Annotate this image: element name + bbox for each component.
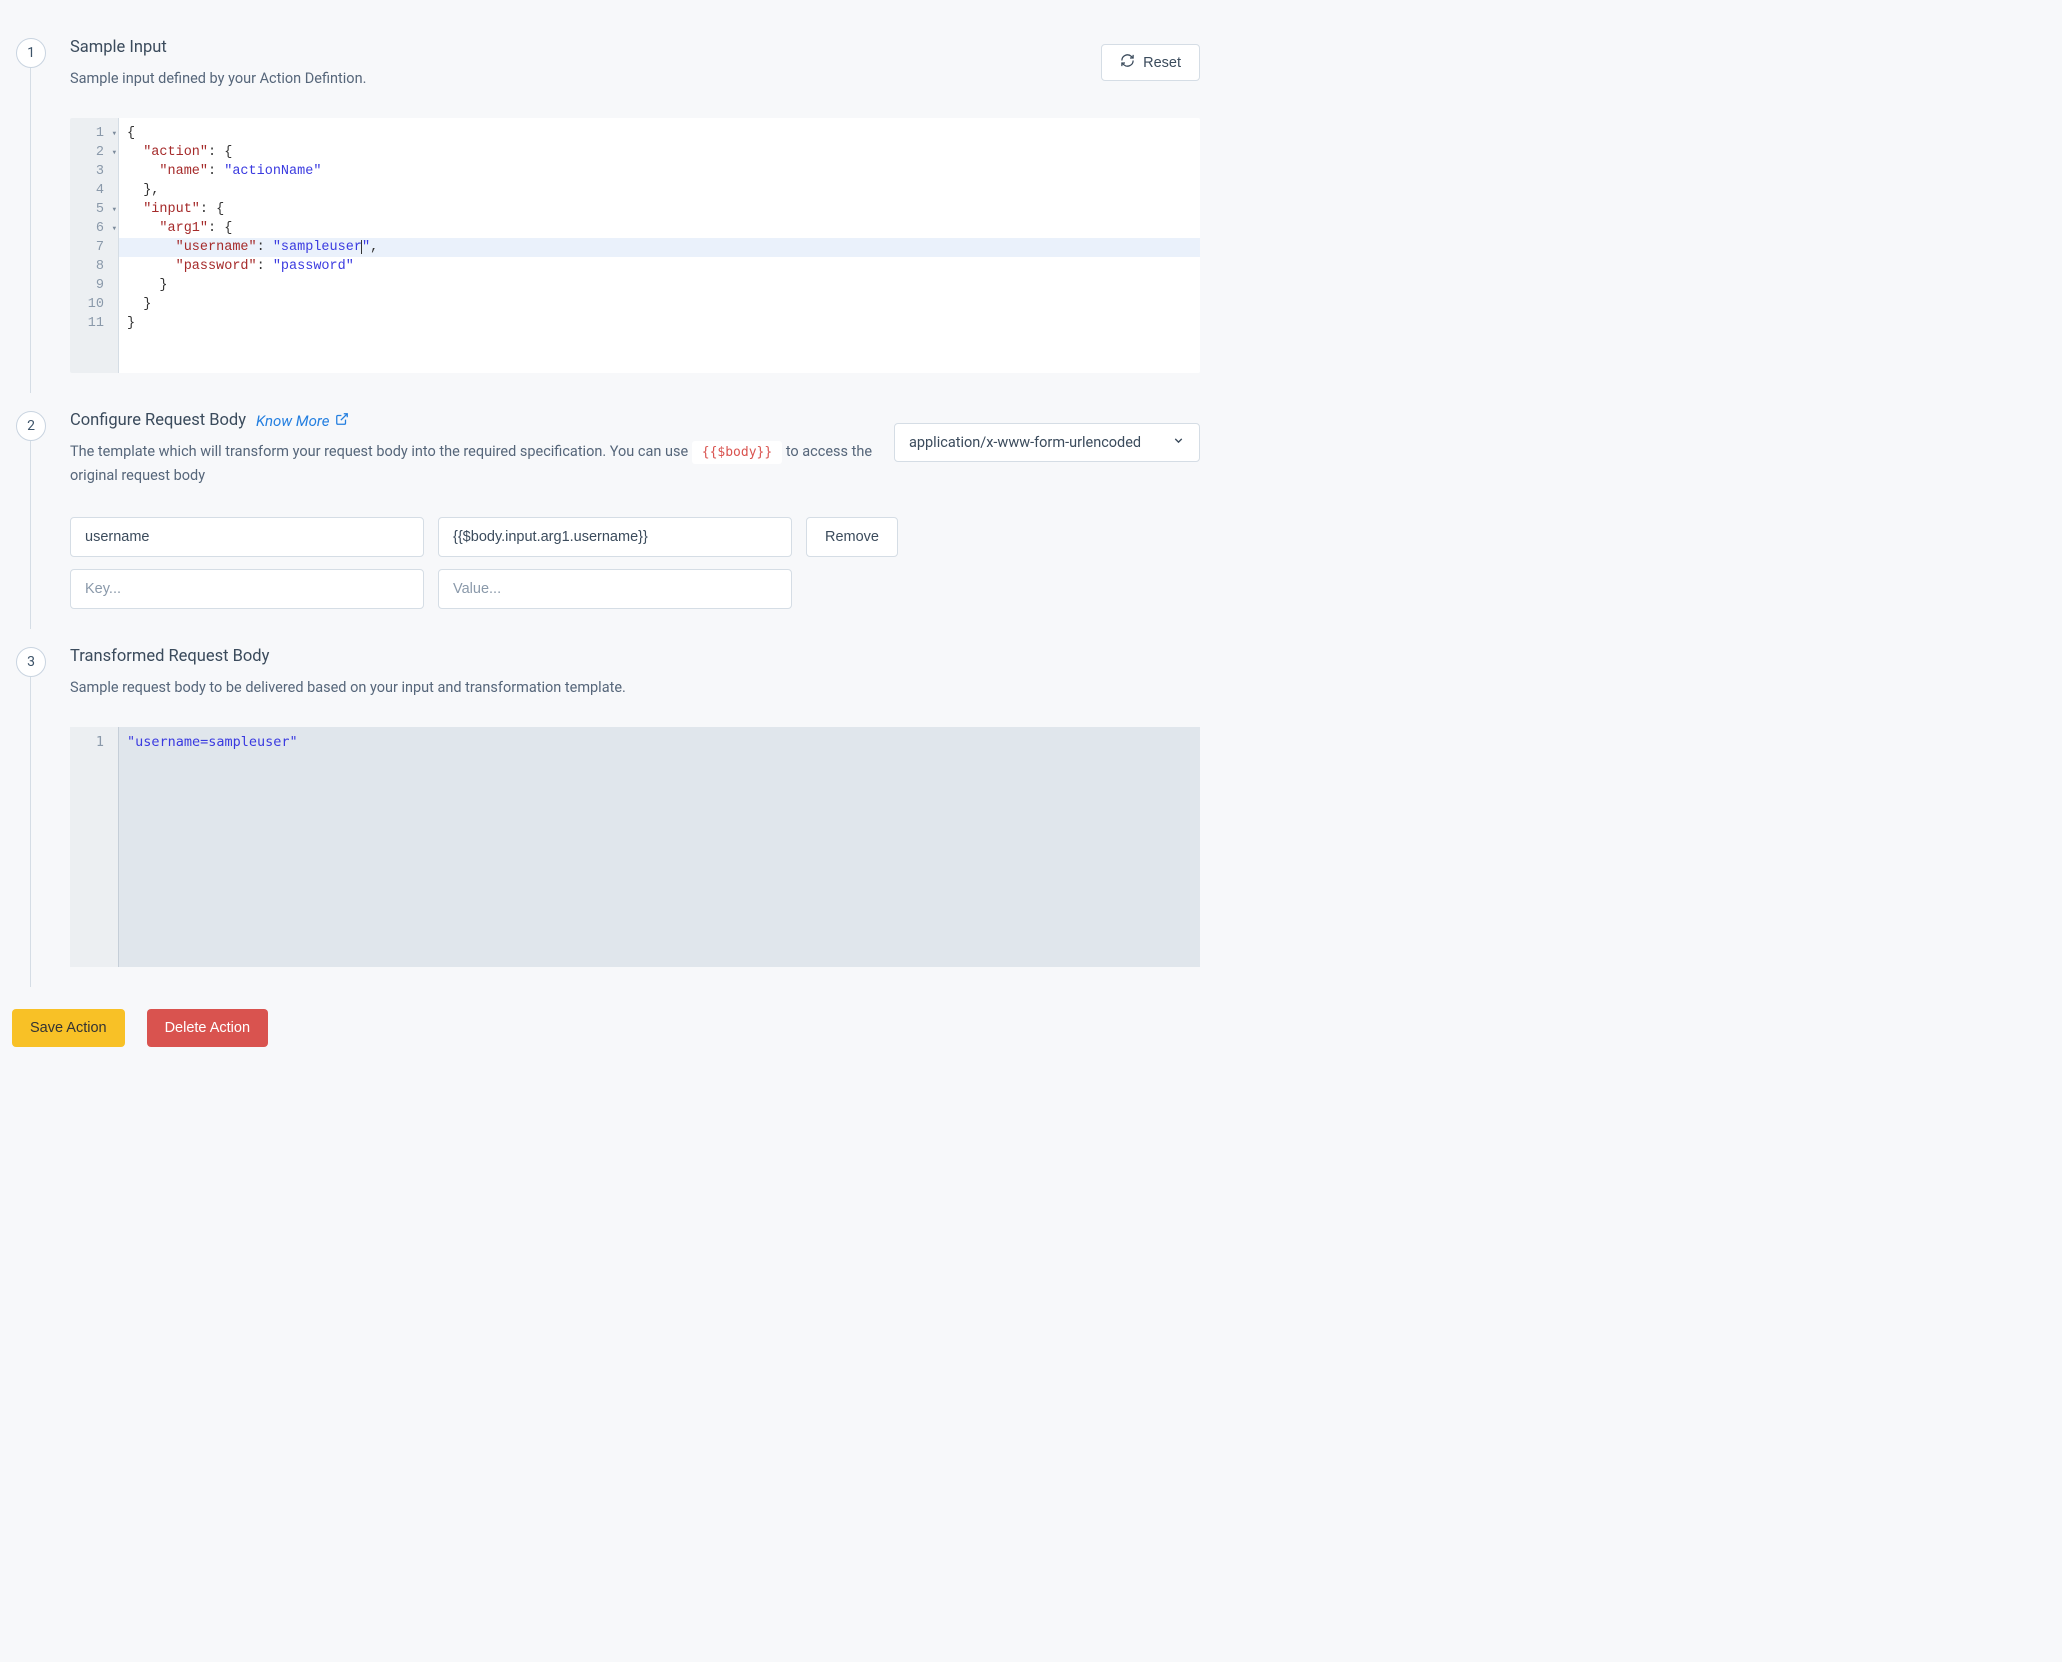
reset-button[interactable]: Reset — [1101, 44, 1200, 81]
refresh-icon — [1120, 53, 1135, 72]
kv-value-input[interactable] — [438, 569, 792, 609]
step3-subtitle: Sample request body to be delivered base… — [70, 676, 1200, 699]
kv-key-input[interactable] — [70, 569, 424, 609]
gutter-line: 5 — [70, 200, 118, 219]
know-more-link[interactable]: Know More — [256, 412, 349, 430]
gutter-line: 9 — [70, 276, 118, 295]
kv-row: Remove — [70, 517, 1200, 557]
step3-title: Transformed Request Body — [70, 647, 269, 666]
output-line-number: 1 — [70, 733, 118, 752]
chevron-down-icon — [1172, 434, 1185, 451]
kv-row-empty — [70, 569, 1200, 609]
step1-title: Sample Input — [70, 38, 167, 57]
know-more-label: Know More — [256, 412, 329, 430]
code-line[interactable]: "password": "password" — [119, 257, 1200, 276]
body-var-code: {{$body}} — [692, 441, 782, 464]
step-configure-body: 2 Configure Request Body Know More — [12, 393, 1200, 609]
step-number-2: 2 — [16, 411, 46, 441]
content-type-select[interactable]: application/x-www-form-urlencoded — [894, 423, 1200, 462]
code-line[interactable]: } — [119, 314, 1200, 333]
step2-subtitle: The template which will transform your r… — [70, 440, 878, 487]
step1-subtitle: Sample input defined by your Action Defi… — [70, 67, 366, 90]
kv-key-input[interactable] — [70, 517, 424, 557]
save-action-button[interactable]: Save Action — [12, 1009, 125, 1047]
gutter-line: 1 — [70, 124, 118, 143]
delete-action-button[interactable]: Delete Action — [147, 1009, 268, 1047]
external-link-icon — [335, 412, 349, 430]
step2-title: Configure Request Body — [70, 411, 246, 430]
remove-row-button[interactable]: Remove — [806, 517, 898, 557]
kv-value-input[interactable] — [438, 517, 792, 557]
code-line[interactable]: } — [119, 276, 1200, 295]
reset-label: Reset — [1143, 55, 1181, 71]
step-number-1: 1 — [16, 38, 46, 68]
gutter-line: 10 — [70, 295, 118, 314]
gutter-line: 3 — [70, 162, 118, 181]
gutter-line: 4 — [70, 181, 118, 200]
code-line[interactable]: "arg1": { — [119, 219, 1200, 238]
step-number-3: 3 — [16, 647, 46, 677]
code-line[interactable]: { — [119, 124, 1200, 143]
footer-actions: Save Action Delete Action — [12, 1009, 1200, 1047]
gutter-line: 7 — [70, 238, 118, 257]
code-line[interactable]: "name": "actionName" — [119, 162, 1200, 181]
step-transformed-body: 3 Transformed Request Body Sample reques… — [12, 629, 1200, 967]
code-line[interactable]: }, — [119, 181, 1200, 200]
code-line[interactable]: "username": "sampleuser", — [119, 238, 1200, 257]
gutter-line: 8 — [70, 257, 118, 276]
content-type-value: application/x-www-form-urlencoded — [909, 434, 1141, 451]
code-line[interactable]: } — [119, 295, 1200, 314]
transformed-output-editor: 1 "username=sampleuser" — [70, 727, 1200, 967]
gutter-line: 6 — [70, 219, 118, 238]
output-text: "username=sampleuser" — [127, 734, 298, 750]
sample-input-editor[interactable]: 1234567891011 { "action": { "name": "act… — [70, 118, 1200, 373]
step-sample-input: 1 Sample Input Sample input defined by y… — [12, 20, 1200, 373]
code-line[interactable]: "input": { — [119, 200, 1200, 219]
code-line[interactable]: "action": { — [119, 143, 1200, 162]
gutter-line: 11 — [70, 314, 118, 333]
gutter-line: 2 — [70, 143, 118, 162]
